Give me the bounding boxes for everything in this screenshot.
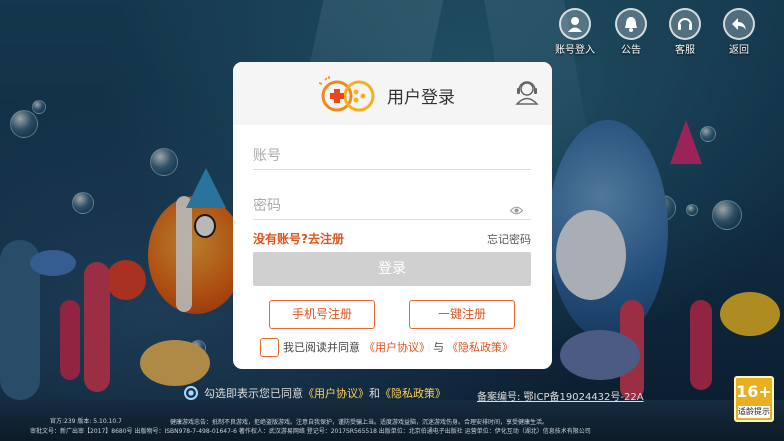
customer-service-label: 客服	[675, 45, 695, 56]
bottom-user-agreement-link[interactable]: 《用户协议》	[303, 385, 369, 401]
customer-service-button[interactable]: 客服	[663, 8, 707, 56]
age-rating-text: 适龄提示	[738, 406, 770, 418]
bell-icon	[615, 8, 647, 40]
user-agreement-link[interactable]: 《用户协议》	[364, 339, 430, 355]
phone-register-button[interactable]: 手机号注册	[269, 300, 375, 329]
bottom-notice-text: 勾选即表示您已同意	[204, 387, 303, 400]
bottom-agreement-notice: 勾选即表示您已同意 《用户协议》 和 《隐私政策》	[184, 385, 446, 401]
bottom-privacy-policy-link[interactable]: 《隐私政策》	[380, 385, 446, 401]
login-dialog: 用户登录 没有账号?去注册 忘记密码 登录 手机号注册 一键注册 我已阅读并同意…	[233, 62, 552, 369]
approval-text: 审批文号：新广出审【2017】8680号 出版物号：ISBN978-7-498-…	[30, 428, 591, 435]
account-login-label: 账号登入	[555, 45, 595, 56]
user-icon	[559, 8, 591, 40]
age-rating-badge[interactable]: 16+ 适龄提示	[734, 376, 774, 422]
forgot-password-link[interactable]: 忘记密码	[487, 231, 531, 247]
bottom-and: 和	[369, 387, 380, 400]
account-login-button[interactable]: 账号登入	[553, 8, 597, 56]
back-button[interactable]: 返回	[717, 8, 761, 56]
agreement-checkbox[interactable]	[260, 337, 279, 357]
dialog-title: 用户登录	[387, 88, 455, 108]
age-rating-number: 16+	[736, 382, 772, 401]
quick-register-button[interactable]: 一键注册	[409, 300, 515, 329]
support-agent-icon[interactable]	[515, 79, 539, 109]
back-label: 返回	[729, 45, 749, 56]
icp-record[interactable]: 备案编号: 鄂ICP备19024432号-22A	[477, 388, 644, 403]
password-field	[253, 194, 531, 220]
agreement-row: 我已阅读并同意 《用户协议》 与 《隐私政策》	[260, 337, 513, 357]
password-input[interactable]	[253, 194, 493, 218]
account-field	[253, 144, 531, 170]
login-button[interactable]: 登录	[253, 252, 531, 286]
headset-icon	[669, 8, 701, 40]
bottom-agree-radio[interactable]	[184, 386, 198, 400]
register-link[interactable]: 没有账号?去注册	[253, 230, 344, 247]
announcement-label: 公告	[621, 45, 641, 56]
back-arrow-icon	[723, 8, 755, 40]
announcement-button[interactable]: 公告	[609, 8, 653, 56]
health-notice: 健康游戏忠告：抵制不良游戏，拒绝盗版游戏。注意自我保护，谨防受骗上当。适度游戏益…	[170, 419, 549, 426]
agreement-text: 我已阅读并同意	[283, 341, 360, 354]
privacy-policy-link[interactable]: 《隐私政策》	[447, 339, 513, 355]
dialog-header: 用户登录	[233, 62, 552, 125]
version-text: 官方:239 版本: 5.10.10.7	[50, 418, 122, 425]
eye-icon[interactable]	[509, 200, 524, 219]
gamepad-logo-icon	[318, 76, 379, 118]
agreement-and: 与	[433, 341, 444, 354]
account-input[interactable]	[253, 144, 493, 168]
